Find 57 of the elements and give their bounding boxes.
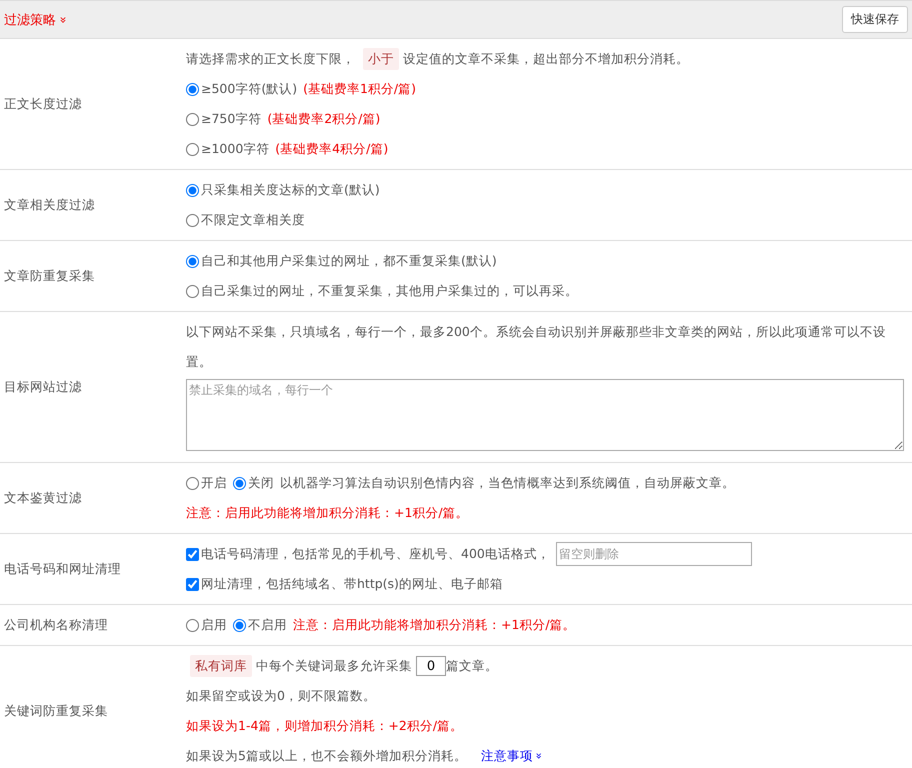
checkbox[interactable]: [186, 578, 199, 590]
description-text: 以下网站不采集，只填域名，每行一个，最多200个。系统会自动识别并屏蔽那些非文章类的网站，所以此项通常可以不设置。: [186, 323, 887, 371]
radio-option[interactable]: 不启用: [233, 610, 287, 640]
warning-text: (基础费率4积分/篇): [275, 140, 388, 158]
warning-text: (基础费率1积分/篇): [303, 80, 416, 98]
setting-label: 目标网站过滤: [3, 378, 83, 396]
input-field[interactable]: 留空则删除: [556, 542, 752, 566]
radio-button[interactable]: [186, 82, 199, 96]
setting-label: 正文长度过滤: [3, 94, 83, 112]
description-text: 请选择需求的正文长度下限，: [186, 50, 355, 68]
radio-option[interactable]: 自己采集过的网址，不重复采集，其他用户采集过的，可以再采。: [186, 276, 578, 306]
setting-label: 文章相关度过滤: [3, 196, 96, 214]
warning-text: 注意：启用此功能将增加积分消耗：+1积分/篇。: [293, 616, 576, 634]
notes-link[interactable]: 注意事项 »: [480, 741, 542, 768]
radio-option[interactable]: 只采集相关度达标的文章(默认): [186, 175, 380, 205]
checkbox-option[interactable]: 电话号码清理，包括常见的手机号、座机号、400电话格式，: [186, 539, 550, 569]
radio-option[interactable]: ≥1000字符: [186, 134, 270, 164]
warning-text: (基础费率2积分/篇): [267, 110, 380, 128]
section-title[interactable]: 过滤策略: [4, 10, 56, 28]
checkbox[interactable]: [186, 548, 199, 560]
setting-label: 电话号码和网址清理: [3, 560, 122, 578]
setting-label: 公司机构名称清理: [3, 616, 109, 634]
radio-button[interactable]: [186, 184, 199, 196]
description-text: 以机器学习算法自动识别色情内容，当色情概率达到系统阈值，自动屏蔽文章。: [280, 474, 735, 492]
setting-label: 关键词防重复采集: [3, 702, 109, 720]
radio-option[interactable]: 自己和其他用户采集过的网址，都不重复采集(默认): [186, 246, 497, 276]
description-text: 篇文章。: [446, 657, 498, 675]
description-text: 如果留空或设为0，则不限篇数。: [186, 687, 376, 705]
radio-button[interactable]: [186, 112, 199, 126]
radio-button[interactable]: [186, 214, 199, 226]
radio-option[interactable]: 开启: [186, 468, 227, 498]
domain-textarea[interactable]: 禁止采集的域名，每行一个: [186, 379, 904, 451]
description-text: 设定值的文章不采集，超出部分不增加积分消耗。: [403, 50, 689, 68]
setting-label: 文章防重复采集: [3, 266, 96, 284]
highlight-tag: 私有词库: [190, 655, 252, 677]
description-text: 如果设为5篇或以上，也不会额外增加积分消耗。: [186, 747, 467, 765]
radio-button[interactable]: [186, 254, 199, 268]
count-field[interactable]: 0: [416, 656, 446, 676]
radio-button[interactable]: [186, 618, 199, 632]
radio-option[interactable]: ≥500字符(默认): [186, 74, 298, 104]
setting-label: 文本鉴黄过滤: [3, 488, 83, 506]
radio-button[interactable]: [186, 284, 199, 298]
radio-option[interactable]: 启用: [186, 610, 227, 640]
radio-option[interactable]: 关闭: [233, 468, 274, 498]
warning-text: 如果设为1-4篇，则增加积分消耗：+2积分/篇。: [186, 717, 464, 735]
radio-button[interactable]: [186, 142, 199, 156]
quick-save-button[interactable]: 快速保存: [842, 6, 908, 33]
radio-button[interactable]: [233, 476, 246, 490]
radio-option[interactable]: 不限定文章相关度: [186, 205, 305, 235]
chevron-down-icon[interactable]: »: [56, 16, 71, 24]
radio-button[interactable]: [233, 618, 246, 632]
warning-text: 注意：启用此功能将增加积分消耗：+1积分/篇。: [186, 504, 469, 522]
radio-button[interactable]: [186, 476, 199, 490]
checkbox-option[interactable]: 网址清理，包括纯域名、带http(s)的网址、电子邮箱: [186, 569, 503, 599]
highlight-tag: 小于: [363, 48, 399, 70]
radio-option[interactable]: ≥750字符: [186, 104, 262, 134]
description-text: 中每个关键词最多允许采集: [256, 657, 412, 675]
